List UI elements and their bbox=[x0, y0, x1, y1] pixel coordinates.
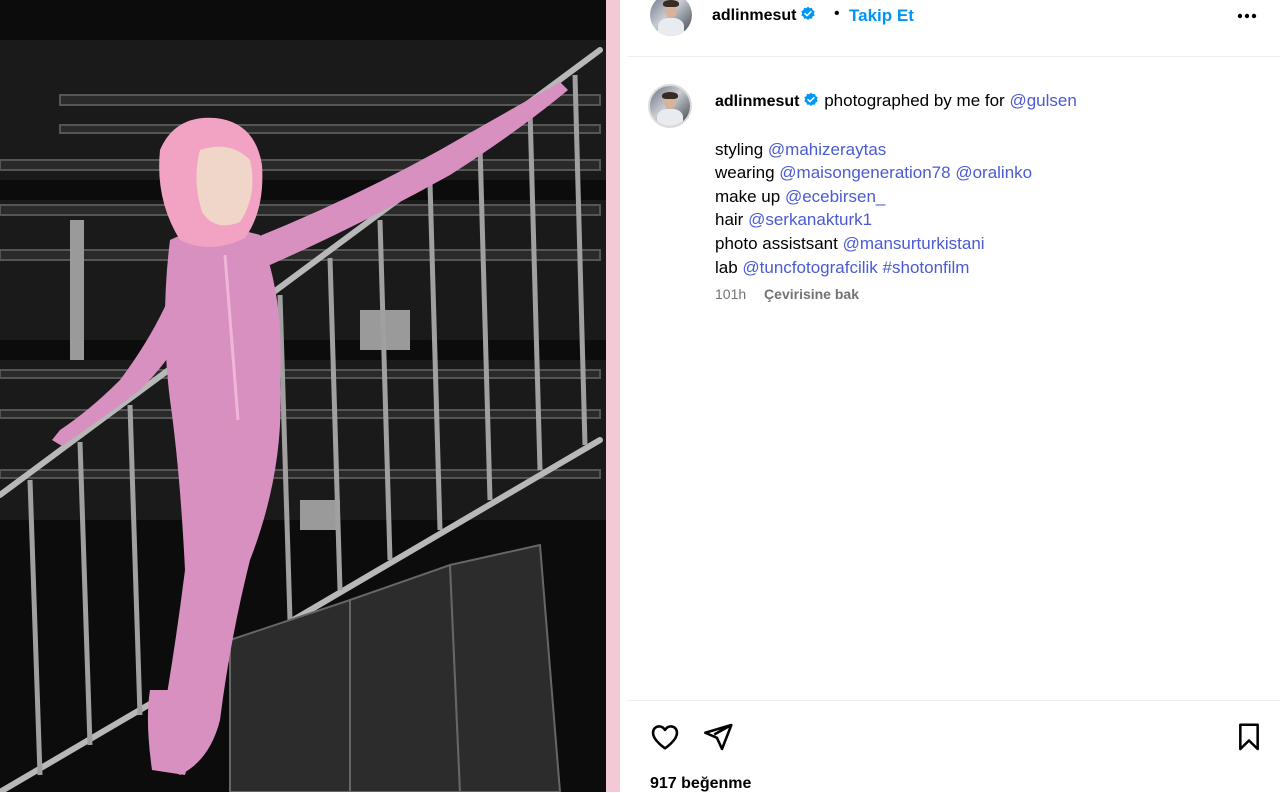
post-header: adlinmesut • Takip Et bbox=[628, 0, 1280, 57]
verified-badge-icon bbox=[804, 92, 819, 106]
post-photo[interactable] bbox=[0, 0, 620, 792]
caption-line: photo assistsant @mansurturkistani bbox=[715, 232, 1255, 256]
follow-button[interactable]: Takip Et bbox=[849, 6, 914, 26]
caption-line: styling @mahizeraytas bbox=[715, 138, 1255, 162]
mention-link[interactable]: @mansurturkistani bbox=[843, 234, 985, 253]
mention-link[interactable]: @mahizeraytas bbox=[768, 140, 886, 159]
mention-link[interactable]: @oralinko bbox=[955, 163, 1032, 182]
post-sidebar: adlinmesut • Takip Et adlinmesut photogr… bbox=[628, 0, 1280, 792]
verified-badge-icon bbox=[801, 6, 816, 21]
mention-link[interactable]: @serkanakturk1 bbox=[748, 210, 872, 229]
caption-line: lab @tuncfotografcilik #shotonfilm bbox=[715, 256, 1255, 280]
caption-line: hair @serkanakturk1 bbox=[715, 208, 1255, 232]
caption: adlinmesut photographed by me for @gulse… bbox=[715, 89, 1255, 279]
caption-line-prefix: photo assistsant bbox=[715, 233, 838, 253]
caption-username[interactable]: adlinmesut bbox=[715, 93, 799, 110]
bookmark-icon[interactable] bbox=[1233, 721, 1265, 753]
mention-link[interactable]: @tuncfotografcilik bbox=[742, 258, 877, 277]
send-icon[interactable] bbox=[702, 721, 734, 753]
header-separator: • bbox=[834, 5, 840, 22]
caption-line-prefix: make up bbox=[715, 186, 781, 206]
caption-first-line: adlinmesut photographed by me for @gulse… bbox=[715, 89, 1255, 114]
caption-line-prefix: lab bbox=[715, 257, 738, 277]
caption-line: wearing @maisongeneration78 @oralinko bbox=[715, 161, 1255, 185]
heart-icon[interactable] bbox=[649, 721, 681, 753]
caption-line-prefix: hair bbox=[715, 210, 744, 230]
post-actions: 917 beğenme bbox=[628, 700, 1280, 793]
caption-meta: 101h Çevirisine bak bbox=[715, 286, 859, 302]
post-time-ago[interactable]: 101h bbox=[715, 286, 746, 302]
mention-link[interactable]: @gulsen bbox=[1009, 91, 1076, 110]
caption-line: make up @ecebirsen_ bbox=[715, 185, 1255, 209]
more-options-icon[interactable] bbox=[1232, 4, 1262, 28]
hashtag-link[interactable]: #shotonfilm bbox=[883, 258, 970, 277]
likes-count[interactable]: 917 beğenme bbox=[650, 775, 751, 793]
caption-author-avatar[interactable] bbox=[648, 84, 692, 128]
author-username[interactable]: adlinmesut bbox=[712, 7, 796, 24]
author-avatar[interactable] bbox=[650, 0, 692, 36]
author-username-link[interactable]: adlinmesut bbox=[712, 6, 816, 25]
caption-line-prefix: styling bbox=[715, 139, 764, 159]
caption-line-prefix: wearing bbox=[715, 163, 775, 183]
photo-image bbox=[0, 0, 620, 792]
mention-link[interactable]: @maisongeneration78 bbox=[779, 163, 950, 182]
caption-text: photographed by me for bbox=[824, 91, 1005, 110]
see-translation-button[interactable]: Çevirisine bak bbox=[764, 286, 859, 302]
mention-link[interactable]: @ecebirsen_ bbox=[785, 187, 885, 206]
